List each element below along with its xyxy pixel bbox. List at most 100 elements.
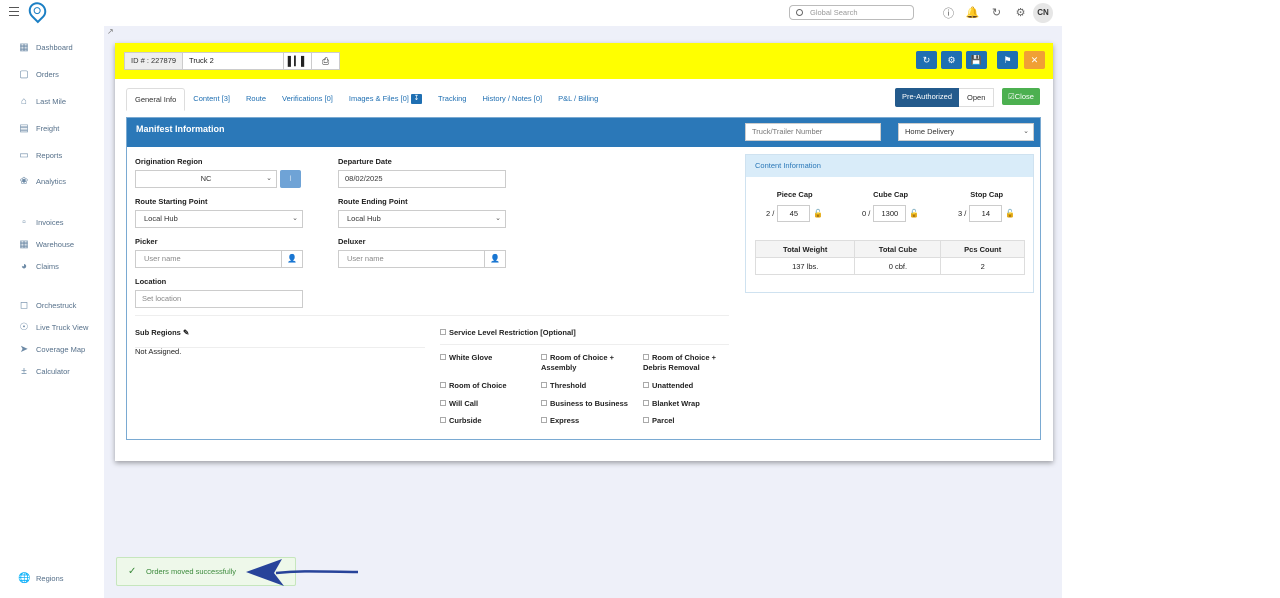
checkbox[interactable] [541,354,547,360]
origination-region-value: NC [200,174,212,183]
refresh-button[interactable]: ↻ [916,51,937,69]
option-room-of-choice-debris[interactable]: Room of Choice + Debris Removal [643,353,731,373]
route-end-label: Route Ending Point [338,197,408,206]
checkbox[interactable] [440,400,446,406]
lock-icon[interactable]: 🔓 [1005,209,1015,218]
sidebar-item-invoices[interactable]: ▫ Invoices [18,217,63,228]
history-icon[interactable]: ↻ [989,5,1004,20]
print-icon[interactable]: ⎙ [311,53,339,69]
checkbox[interactable] [643,382,649,388]
tab-verifications[interactable]: Verifications [0] [274,88,341,111]
option-express[interactable]: Express [541,416,579,426]
sidebar-item-warehouse[interactable]: ▦ Warehouse [18,239,74,250]
piece-cap-input[interactable]: 45 [777,205,811,222]
sidebar-item-calculator[interactable]: ± Calculator [18,366,70,377]
barcode-icon[interactable]: ▌▎▌ [283,53,311,69]
tab-tracking[interactable]: Tracking [430,88,474,111]
stop-cap-input[interactable]: 14 [969,205,1003,222]
bell-icon[interactable]: 🔔 [965,5,980,20]
tab-images-files[interactable]: Images & Files [0] ↧ [341,88,430,111]
tab-general-info[interactable]: General Info [126,88,186,111]
option-unattended[interactable]: Unattended [643,381,693,391]
option-parcel[interactable]: Parcel [643,416,675,426]
menu-icon[interactable] [9,7,19,16]
sidebar-item-analytics[interactable]: ❀ Analytics [18,176,66,187]
option-will-call[interactable]: Will Call [440,399,478,409]
departure-date-input[interactable]: 08/02/2025 [338,170,506,188]
option-curbside[interactable]: Curbside [440,416,482,426]
header-icons: ⓘ 🔔 ↻ ⚙ [941,5,1028,20]
departure-date-label: Departure Date [338,157,392,166]
truck-trailer-input[interactable]: Truck/Trailer Number [745,123,881,141]
close-manifest-button[interactable]: ☑Close [1002,88,1040,105]
checkbox[interactable] [440,354,446,360]
deluxer-input[interactable]: User name [338,250,485,268]
checkbox[interactable] [643,354,649,360]
truck-name-field[interactable]: Truck 2 [183,53,283,69]
checkbox[interactable] [541,382,547,388]
user-icon[interactable]: 👤 [485,250,506,268]
tab-history-notes[interactable]: History / Notes [0] [474,88,550,111]
expand-icon[interactable]: ↗ [107,27,114,36]
logo-icon[interactable] [25,0,50,24]
option-threshold[interactable]: Threshold [541,381,586,391]
route-end-select[interactable]: Local Hub ⌄ [338,210,506,228]
checkbox[interactable] [440,329,446,335]
sidebar-item-dashboard[interactable]: ▦ Dashboard [18,42,72,53]
checkbox[interactable] [541,417,547,423]
route-start-select[interactable]: Local Hub ⌄ [135,210,303,228]
checkbox[interactable] [541,400,547,406]
checkbox[interactable] [643,400,649,406]
sub-regions-value: Not Assigned. [135,347,182,356]
save-button[interactable]: 💾 [966,51,987,69]
check-square-icon: ☑ [1008,92,1015,101]
close-icon[interactable]: ✕ [1024,51,1045,69]
avatar[interactable]: CN [1033,3,1053,23]
sidebar-item-orchestruck[interactable]: ◻ Orchestruck [18,300,77,311]
sidebar-item-live-truck-view[interactable]: ☉ Live Truck View [18,322,89,333]
edit-icon[interactable]: ✎ [183,328,189,337]
location-input[interactable]: Set location [135,290,303,308]
checkbox[interactable] [643,417,649,423]
status-pre-authorized[interactable]: Pre-Authorized [895,88,960,107]
sidebar-item-freight[interactable]: ▤ Freight [18,123,59,134]
origination-region-select[interactable]: NC ⌄ [135,170,277,188]
download-icon[interactable]: ↧ [410,94,422,105]
checkbox[interactable] [440,417,446,423]
gear-icon[interactable]: ⚙ [1013,5,1028,20]
option-room-of-choice[interactable]: Room of Choice [440,381,507,391]
sidebar-item-coverage-map[interactable]: ➤ Coverage Map [18,344,85,355]
sidebar-item-label: Freight [36,124,60,133]
sidebar-item-claims[interactable]: ◕ Claims [18,261,59,272]
tab-content[interactable]: Content [3] [185,88,238,111]
option-room-of-choice-assembly[interactable]: Room of Choice + Assembly [541,353,631,373]
flag-button[interactable]: ⚑ [997,51,1018,69]
option-business-to-business[interactable]: Business to Business [541,399,628,409]
status-open[interactable]: Open [959,88,995,107]
settings-button[interactable]: ⚙ [941,51,962,69]
user-icon[interactable]: 👤 [282,250,303,268]
sidebar-item-orders[interactable]: ▢ Orders [18,69,59,80]
option-blanket-wrap[interactable]: Blanket Wrap [643,399,700,409]
option-white-glove[interactable]: White Glove [440,353,492,363]
lock-icon[interactable]: 🔓 [813,209,823,218]
delivery-type-select[interactable]: Home Delivery ⌄ [898,123,1034,141]
lock-icon[interactable]: 🔓 [909,209,919,218]
rss-button[interactable]: ⧙ [280,170,301,188]
option-label: Curbside [449,416,482,425]
sidebar-item-last-mile[interactable]: ⌂ Last Mile [18,96,66,107]
sidebar-item-label: Coverage Map [36,345,86,354]
help-icon[interactable]: ⓘ [941,5,956,20]
sidebar-item-reports[interactable]: ▭ Reports [18,150,62,161]
cube-cap-input[interactable]: 1300 [873,205,907,222]
manifest-id: ID # : 227879 [125,53,184,69]
service-level-checkbox[interactable]: Service Level Restriction [Optional] [440,328,576,338]
checkbox[interactable] [440,382,446,388]
tab-route[interactable]: Route [238,88,274,111]
picker-input[interactable]: User name [135,250,282,268]
cube-cap-label: Cube Cap [873,190,909,199]
sidebar-item-regions[interactable]: 🌐 Regions [18,573,64,584]
global-search-input[interactable]: Global Search [789,5,914,20]
tab-pl-billing[interactable]: P&L / Billing [550,88,606,111]
analytics-icon: ❀ [19,176,29,187]
